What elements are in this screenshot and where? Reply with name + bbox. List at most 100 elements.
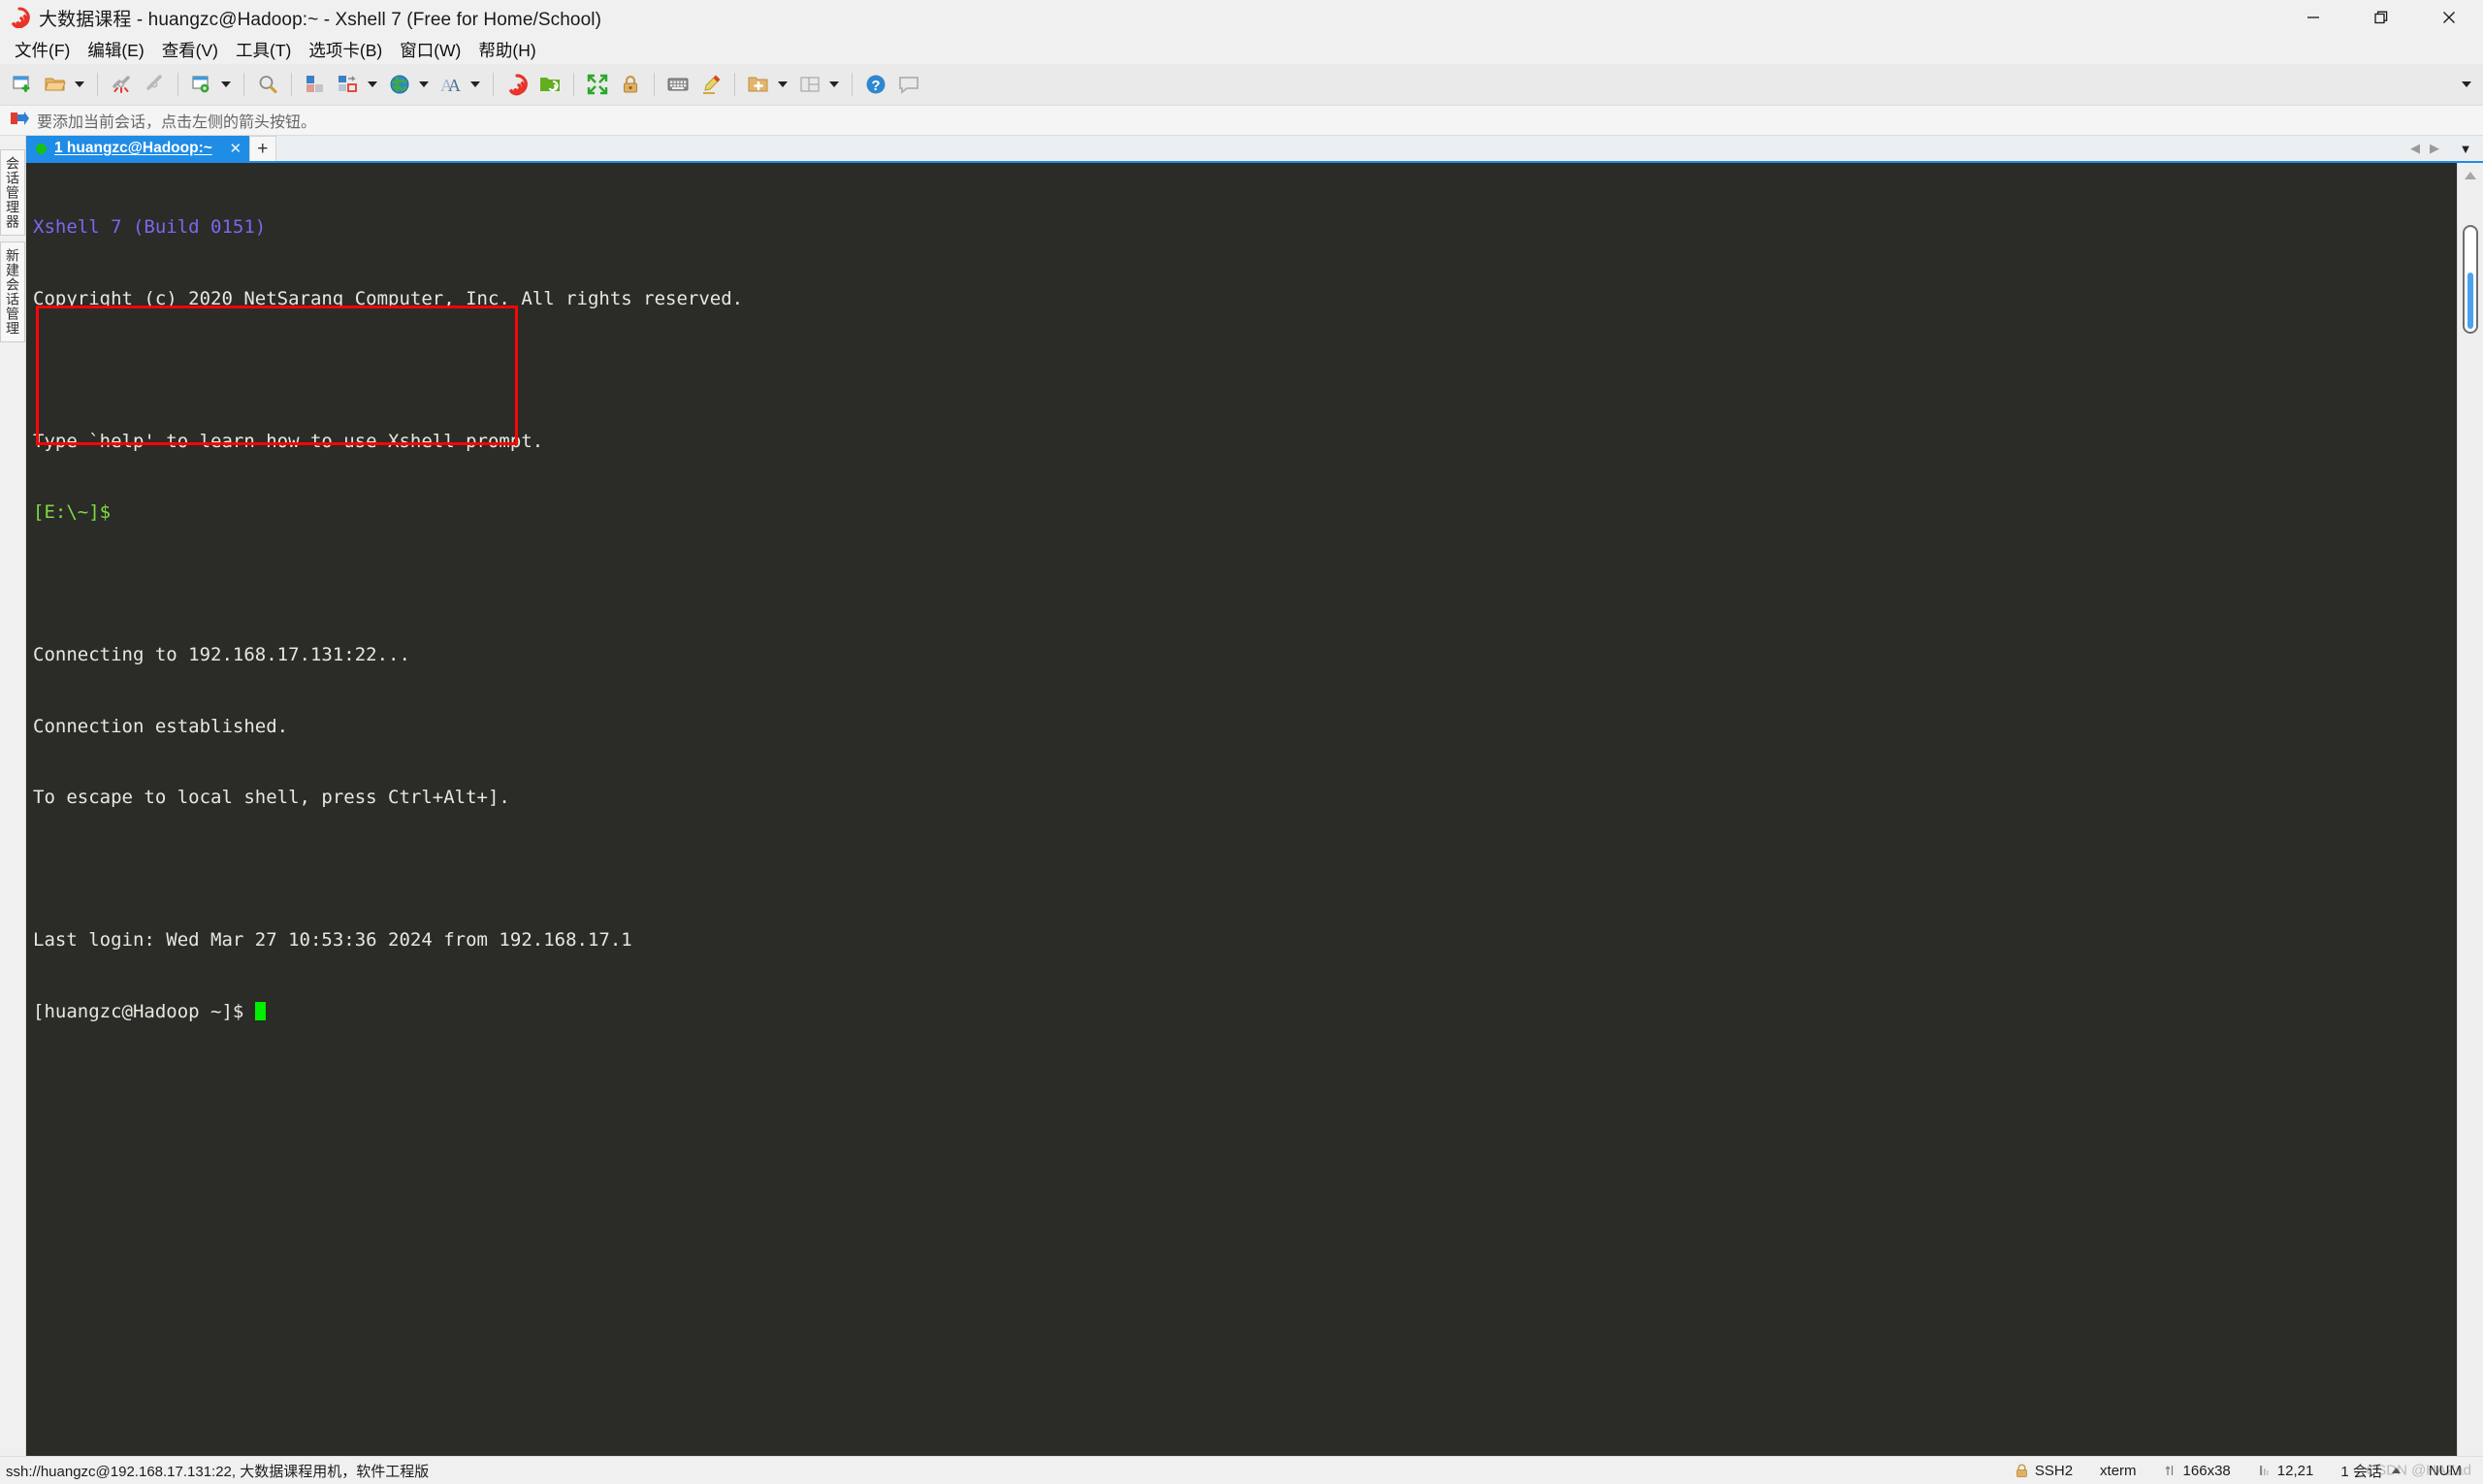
session-properties-icon[interactable]	[187, 70, 216, 99]
terminal-area: Xshell 7 (Build 0151) Copyright (c) 2020…	[26, 161, 2483, 1456]
keyboard-icon[interactable]	[663, 70, 693, 99]
resize-icon	[2164, 1464, 2177, 1477]
terminal-line: Xshell 7 (Build 0151)	[33, 215, 2457, 240]
add-folder-dropdown-icon[interactable]	[775, 70, 790, 99]
status-connection-info: ssh://huangzc@192.168.17.131:22, 大数据课程用机…	[6, 1461, 429, 1481]
toolbar-separator	[97, 73, 98, 96]
font-dropdown-icon[interactable]	[468, 70, 483, 99]
status-sessions-label: 1 会话	[2340, 1461, 2382, 1481]
globe-encoding-dropdown-icon[interactable]	[416, 70, 432, 99]
highlight-pen-icon[interactable]	[696, 70, 726, 99]
cursor-position-icon	[2258, 1464, 2271, 1477]
status-cursor-position: 12,21	[2244, 1463, 2328, 1479]
tab-strip: 1 huangzc@Hadoop:~ ✕ + ◀ ▶ ▼	[26, 136, 2483, 161]
split-layout-dropdown-icon[interactable]	[826, 70, 842, 99]
connect-icon[interactable]	[140, 70, 169, 99]
svg-text:?: ?	[871, 78, 880, 94]
menu-view[interactable]: 查看(V)	[153, 35, 227, 65]
status-sessions[interactable]: 1 会话	[2327, 1461, 2415, 1481]
sidebar-vertical-tabs: 会话管理器 新建会话管理	[0, 136, 26, 1456]
tab-close-icon[interactable]: ✕	[228, 140, 243, 157]
menu-bar: 文件(F) 编辑(E) 查看(V) 工具(T) 选项卡(B) 窗口(W) 帮助(…	[0, 35, 2483, 64]
new-session-icon[interactable]	[8, 70, 37, 99]
xshell-window: 大数据课程 - huangzc@Hadoop:~ - Xshell 7 (Fre…	[0, 0, 2483, 1484]
font-icon[interactable]: A A	[436, 70, 466, 99]
scrollbar-track[interactable]	[2463, 225, 2478, 1452]
sidebar-tab-session-manager[interactable]: 会话管理器	[0, 149, 25, 236]
terminal-tab[interactable]: 1 huangzc@Hadoop:~ ✕	[26, 136, 249, 161]
close-button[interactable]	[2415, 0, 2483, 35]
status-cursor-label: 12,21	[2277, 1463, 2314, 1479]
xshell-spiral-logo-icon	[9, 7, 30, 28]
menu-tabs[interactable]: 选项卡(B)	[300, 35, 391, 65]
terminal-prompt: [huangzc@Hadoop ~]$	[33, 1001, 255, 1022]
toolbar-separator	[573, 73, 574, 96]
terminal-output[interactable]: Xshell 7 (Build 0151) Copyright (c) 2020…	[26, 163, 2457, 1456]
chevron-right-icon[interactable]: ▶	[2425, 138, 2444, 159]
toolbar-separator	[177, 73, 178, 96]
restore-button[interactable]	[2347, 0, 2415, 35]
terminal-line: Last login: Wed Mar 27 10:53:36 2024 fro…	[33, 928, 2457, 952]
menu-window[interactable]: 窗口(W)	[391, 35, 469, 65]
open-folder-dropdown-icon[interactable]	[72, 70, 87, 99]
terminal-line: Copyright (c) 2020 NetSarang Computer, I…	[33, 287, 2457, 311]
status-num-lock: NUM	[2415, 1463, 2475, 1479]
lock-icon[interactable]	[616, 70, 645, 99]
menu-tools[interactable]: 工具(T)	[227, 35, 300, 65]
xshell-logo-icon[interactable]	[502, 70, 532, 99]
globe-encoding-icon[interactable]	[385, 70, 414, 99]
toolbar-separator	[243, 73, 244, 96]
toolbar-overflow-chevron-icon[interactable]	[2462, 81, 2471, 87]
chevron-down-icon[interactable]: ▼	[2456, 138, 2475, 159]
status-bar: ssh://huangzc@192.168.17.131:22, 大数据课程用机…	[0, 1456, 2483, 1484]
title-bar: 大数据课程 - huangzc@Hadoop:~ - Xshell 7 (Fre…	[0, 0, 2483, 35]
scrollbar-thumb-fill	[2467, 273, 2473, 329]
terminal-cursor	[255, 1002, 266, 1020]
connected-green-dot-icon	[36, 144, 47, 154]
transfer-file-icon[interactable]	[301, 70, 330, 99]
red-blue-arrow-icon	[10, 111, 29, 131]
terminal-scrollbar[interactable]	[2457, 163, 2483, 1456]
terminal-line: Type `help' to learn how to use Xshell p…	[33, 430, 2457, 454]
find-icon[interactable]	[253, 70, 282, 99]
chevron-left-icon[interactable]: ◀	[2405, 138, 2425, 159]
toolbar-separator	[734, 73, 735, 96]
menu-file[interactable]: 文件(F)	[6, 35, 79, 65]
minimize-button[interactable]	[2279, 0, 2347, 35]
open-folder-icon[interactable]	[41, 70, 70, 99]
xftp-folder-icon[interactable]	[535, 70, 564, 99]
arrange-layout-dropdown-icon[interactable]	[365, 70, 380, 99]
tab-strip-controls: ◀ ▶ ▼	[2405, 136, 2483, 161]
terminal-line	[33, 358, 2457, 382]
terminal-line: Connecting to 192.168.17.131:22...	[33, 643, 2457, 667]
svg-text:A: A	[448, 76, 461, 95]
menu-edit[interactable]: 编辑(E)	[79, 35, 152, 65]
window-title: 大数据课程 - huangzc@Hadoop:~ - Xshell 7 (Fre…	[39, 5, 601, 31]
fullscreen-icon[interactable]	[583, 70, 612, 99]
new-tab-button[interactable]: +	[249, 136, 276, 161]
menu-help[interactable]: 帮助(H)	[469, 35, 544, 65]
window-controls	[2279, 0, 2483, 35]
toolbar: A A	[0, 64, 2483, 106]
sidebar-tab-new-session[interactable]: 新建会话管理	[0, 242, 25, 342]
add-folder-icon[interactable]	[744, 70, 773, 99]
toolbar-separator	[852, 73, 853, 96]
terminal-line	[33, 857, 2457, 882]
status-right-group: SSH2 xterm 166x38	[2002, 1461, 2483, 1481]
terminal-tab-label: 1 huangzc@Hadoop:~	[54, 140, 212, 157]
help-icon[interactable]: ?	[861, 70, 890, 99]
terminal-line: To escape to local shell, press Ctrl+Alt…	[33, 786, 2457, 810]
lock-icon	[2015, 1464, 2028, 1478]
toolbar-separator	[493, 73, 494, 96]
terminal-line	[33, 572, 2457, 597]
session-properties-dropdown-icon[interactable]	[218, 70, 234, 99]
scroll-up-arrow-icon[interactable]	[2459, 166, 2482, 185]
feedback-icon[interactable]	[894, 70, 923, 99]
hint-text: 要添加当前会话，点击左侧的箭头按钮。	[37, 109, 316, 132]
split-layout-icon[interactable]	[795, 70, 824, 99]
scrollbar-thumb[interactable]	[2463, 225, 2478, 334]
arrange-layout-icon[interactable]	[334, 70, 363, 99]
disconnect-icon[interactable]	[107, 70, 136, 99]
triangle-up-icon[interactable]	[2391, 1467, 2402, 1474]
status-terminal-type: xterm	[2086, 1463, 2150, 1479]
